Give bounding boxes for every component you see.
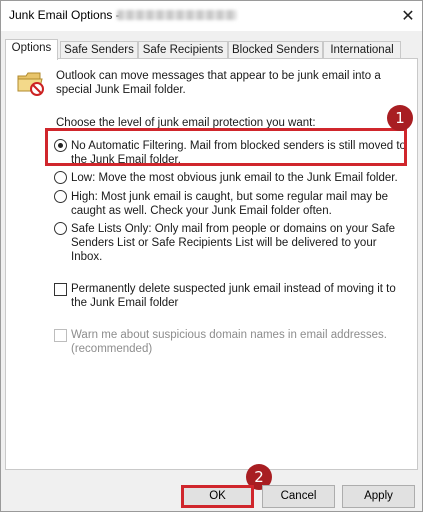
junk-folder-icon [16,69,46,100]
intro-text: Outlook can move messages that appear to… [56,70,381,96]
tab-blocked-senders[interactable]: Blocked Senders [228,41,323,59]
window-title: Junk Email Options - [9,8,120,22]
options-panel: Outlook can move messages that appear to… [5,58,418,470]
tab-safe-recipients[interactable]: Safe Recipients [138,41,228,59]
radio-safe-lists-only[interactable] [54,222,67,235]
close-icon[interactable]: ✕ [397,5,419,27]
permanently-delete-label: Permanently delete suspected junk email … [71,283,396,309]
ok-button[interactable]: OK [181,485,254,508]
option-low[interactable]: Low: Move the most obvious junk email to… [54,171,404,185]
low-label: Low: Move the most obvious junk email to… [71,172,398,184]
warn-suspicious-option: Warn me about suspicious domain names in… [54,328,404,356]
permanently-delete-checkbox[interactable] [54,283,67,296]
radio-high[interactable] [54,190,67,203]
option-safe-lists-only[interactable]: Safe Lists Only: Only mail from people o… [54,222,404,264]
tab-options[interactable]: Options [5,39,58,60]
option-high[interactable]: High: Most junk email is caught, but som… [54,190,404,218]
warn-suspicious-checkbox [54,329,67,342]
apply-button[interactable]: Apply [342,485,415,508]
tab-strip: Options Safe Senders Safe Recipients Blo… [5,39,401,60]
permanently-delete-option[interactable]: Permanently delete suspected junk email … [54,282,404,310]
junk-email-options-dialog: Junk Email Options - ✕ Options Safe Send… [0,0,423,512]
tab-international[interactable]: International [323,41,401,59]
redacted-account-name [117,10,237,20]
high-label: High: Most junk email is caught, but som… [71,191,389,217]
title-bar: Junk Email Options - ✕ [1,1,422,31]
warn-suspicious-label: Warn me about suspicious domain names in… [71,329,387,355]
radio-low[interactable] [54,171,67,184]
step1-badge: 1 [387,105,413,131]
tab-safe-senders[interactable]: Safe Senders [60,41,138,59]
step1-highlight-box [45,128,407,166]
cancel-button[interactable]: Cancel [262,485,335,508]
safe-lists-only-label: Safe Lists Only: Only mail from people o… [71,223,396,263]
